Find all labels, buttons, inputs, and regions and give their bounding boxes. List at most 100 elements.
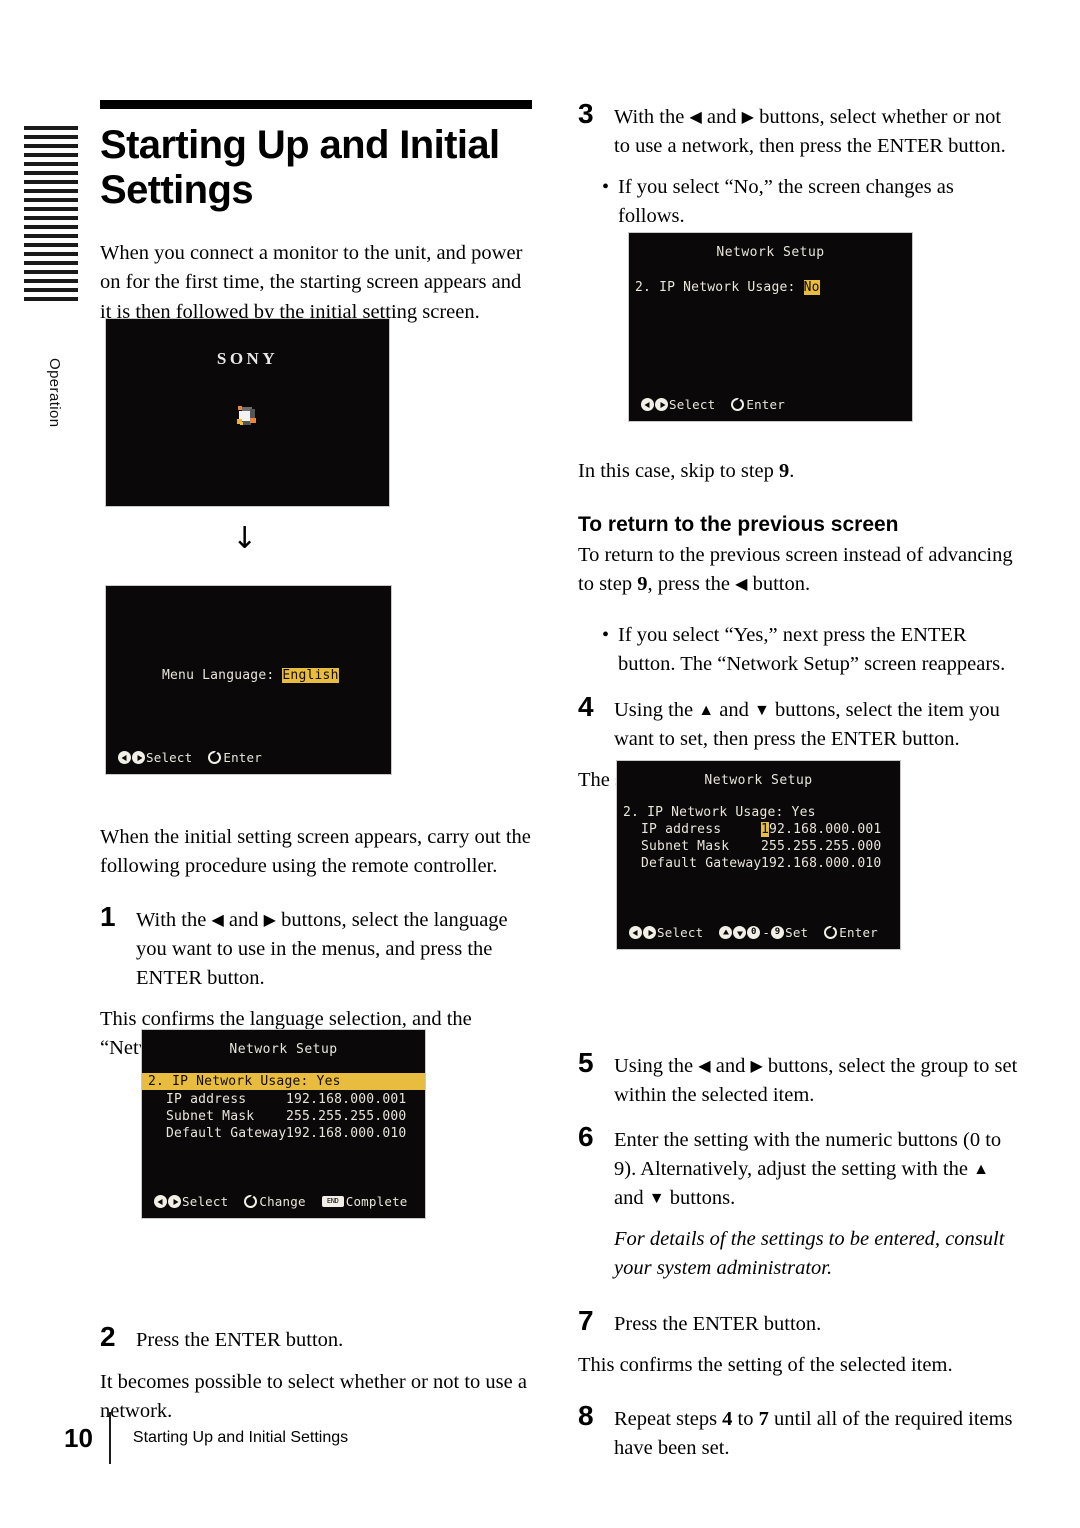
left-arrow-icon: ◀ — [689, 109, 702, 126]
step-1: 1 With the ◀ and ▶ buttons, select the l… — [100, 900, 532, 993]
left-button-icon — [154, 1195, 167, 1208]
enter-button-icon — [731, 398, 745, 411]
splash-screen: SONY — [105, 318, 390, 507]
step-3-bullet: • If you select “No,” the screen changes… — [602, 173, 1018, 231]
step-3-bullet-text: If you select “No,” the screen changes a… — [618, 176, 954, 228]
select-hint: Select — [629, 925, 703, 940]
ip-address-row[interactable]: IP address 192.168.000.001 — [617, 821, 900, 838]
step-7: 7 Press the ENTER button. — [578, 1305, 1018, 1339]
footer-divider — [108, 1412, 111, 1464]
step-3: 3 With the ◀ and ▶ buttons, select wheth… — [578, 98, 1018, 161]
ip-network-usage-value[interactable]: No — [803, 280, 820, 295]
ip-network-usage-row-no[interactable]: 2. IP Network Usage: No — [629, 280, 912, 295]
step-6-text: Enter the setting with the numeric butto… — [614, 1123, 1018, 1213]
range-dash: - — [762, 925, 771, 940]
select-hint: Select — [641, 397, 715, 412]
ip-network-usage-row-2[interactable]: 2. IP Network Usage: Yes — [617, 804, 900, 821]
step-1-text-a: With the — [136, 908, 212, 931]
complete-hint: END Complete — [321, 1194, 408, 1209]
lang-screen-footer: Select Enter — [118, 750, 278, 765]
network-setup-no-footer: Select Enter — [641, 397, 801, 412]
table-row[interactable]: IP address 192.168.000.001 — [142, 1091, 425, 1108]
left-arrow-icon: ◀ — [211, 911, 224, 929]
skip-note-after: . — [789, 460, 795, 483]
select-hint-label: Select — [182, 1194, 229, 1209]
step-8: 8 Repeat steps 4 to 7 until all of the r… — [578, 1400, 1018, 1463]
skip-note-before: In this case, skip to step — [578, 460, 779, 483]
num-zero-icon: 0 — [747, 926, 761, 939]
ip-network-usage-row[interactable]: 2. IP Network Usage: Yes — [142, 1073, 425, 1090]
right-arrow-icon: ▶ — [263, 911, 276, 929]
return-after: button. — [747, 572, 811, 595]
enter-hint-label: Enter — [223, 750, 262, 765]
row-value: 192.168.000.010 — [761, 856, 882, 871]
enter-button-icon — [824, 926, 838, 939]
step-1-text: With the ◀ and ▶ buttons, select the lan… — [136, 903, 532, 993]
left-button-icon — [118, 751, 131, 764]
step-8-before: Repeat steps — [614, 1408, 723, 1431]
step-4: 4 Using the ▲ and ▼ buttons, select the … — [578, 690, 1018, 754]
step-8-to: 7 — [758, 1408, 769, 1431]
step-8-mid: to — [732, 1408, 759, 1431]
network-setup-title-2: Network Setup — [704, 773, 813, 788]
sony-logo: SONY — [216, 349, 279, 368]
row-value: 255.255.255.000 — [761, 839, 882, 854]
network-setup-footer-2: Select 0-9 Set Enter — [629, 925, 894, 940]
page-footer: 10 Starting Up and Initial Settings — [64, 1412, 348, 1464]
step-7-number: 7 — [578, 1305, 594, 1337]
network-setup-no-title: Network Setup — [716, 245, 825, 260]
right-button-icon — [655, 398, 668, 411]
set-hint: 0-9 Set — [719, 925, 808, 940]
network-setup-screen-2: Network Setup 2. IP Network Usage: Yes I… — [616, 760, 901, 950]
change-hint: Change — [244, 1194, 306, 1209]
step-5: 5 Using the ◀ and ▶ buttons, select the … — [578, 1048, 1018, 1110]
step-6-number: 6 — [578, 1120, 594, 1152]
return-step: 9 — [637, 572, 648, 595]
intro-paragraph: When you connect a monitor to the unit, … — [100, 242, 523, 323]
step-1-number: 1 — [100, 900, 116, 932]
boot-penguin-icon — [234, 405, 262, 435]
step-4-text: Using the ▲ and ▼ buttons, select the it… — [614, 693, 1018, 754]
left-arrow-icon: ◀ — [698, 1058, 711, 1076]
select-hint: Select — [118, 750, 192, 765]
left-button-icon — [629, 926, 642, 939]
table-row[interactable]: Subnet Mask 255.255.255.000 — [142, 1108, 425, 1125]
network-setup-no-screen: Network Setup 2. IP Network Usage: No Se… — [628, 232, 913, 422]
right-button-icon — [168, 1195, 181, 1208]
step-5-text: Using the ◀ and ▶ buttons, select the gr… — [614, 1049, 1018, 1110]
step-3-number: 3 — [578, 98, 594, 129]
row-label: Subnet Mask — [641, 839, 730, 854]
down-button-icon — [733, 926, 747, 939]
network-setup-screen-1: Network Setup 2. IP Network Usage: Yes I… — [141, 1029, 426, 1219]
table-row[interactable]: Default Gateway192.168.000.010 — [142, 1125, 425, 1142]
step-7-text: Press the ENTER button. — [614, 1313, 822, 1336]
return-section-heading: To return to the previous screen — [578, 512, 899, 536]
administrator-note: For details of the settings to be entere… — [614, 1227, 1005, 1279]
step-6-text-b: and — [614, 1186, 649, 1209]
manual-page: Operation Starting Up and Initial Settin… — [0, 0, 1080, 1528]
step-8-number: 8 — [578, 1400, 594, 1432]
ip-network-usage-label: 2. IP Network Usage: — [635, 280, 804, 295]
menu-language-screen: Menu Language: English Select Enter — [105, 585, 392, 775]
right-arrow-icon: ▶ — [750, 1058, 763, 1076]
up-arrow-icon: ▲ — [973, 1160, 989, 1178]
skip-note: In this case, skip to step 9. — [578, 457, 1018, 486]
row-value: 192.168.000.001 — [286, 1092, 407, 1107]
step-4-text-a: Using the — [614, 698, 699, 721]
table-row[interactable]: Default Gateway192.168.000.010 — [617, 855, 900, 872]
step-3-text: With the ◀ and ▶ buttons, select whether… — [614, 100, 1018, 161]
row-value: 192.168.000.010 — [286, 1126, 407, 1141]
table-row[interactable]: Subnet Mask 255.255.255.000 — [617, 838, 900, 855]
yes-bullet: • If you select “Yes,” next press the EN… — [602, 621, 1018, 679]
enter-hint: Enter — [824, 925, 878, 940]
menu-language-value[interactable]: English — [282, 668, 339, 683]
complete-hint-label: Complete — [345, 1194, 408, 1209]
step-4-number: 4 — [578, 690, 594, 722]
flow-down-arrow-icon: ↓ — [232, 521, 258, 556]
menu-language-row: Menu Language: English — [162, 668, 339, 683]
ip-first-digit[interactable]: 1 — [761, 822, 770, 837]
step-1-text-b: and — [223, 908, 264, 931]
step-5-text-b: and — [710, 1055, 751, 1078]
yes-bullet-text: If you select “Yes,” next press the ENTE… — [618, 623, 1006, 675]
row-label: IP address — [166, 1092, 247, 1107]
